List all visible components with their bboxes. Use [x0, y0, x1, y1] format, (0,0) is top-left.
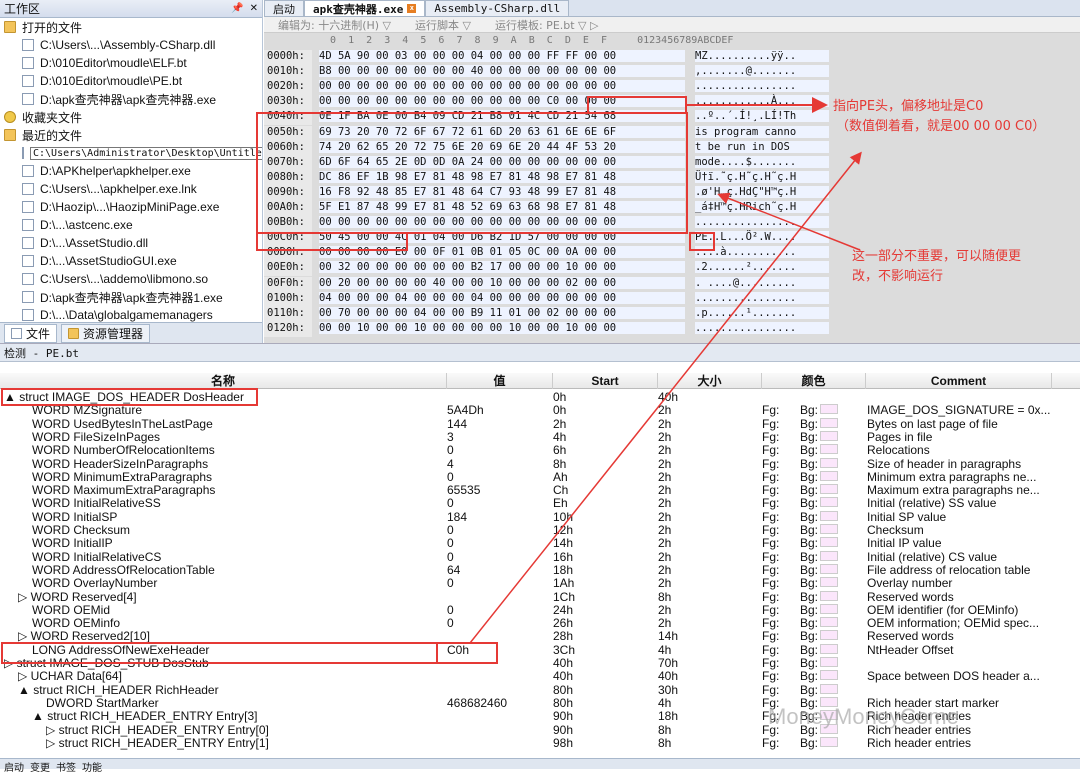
dos-header-box [1, 388, 258, 406]
offset-highlight-box [587, 96, 687, 114]
c0h-value-box [436, 642, 498, 664]
dos-stub-box [256, 112, 688, 234]
pe-signature-box [256, 232, 408, 251]
stub-note: 这一部分不重要，可以随便更 [852, 249, 1022, 264]
pe-ascii-box [689, 232, 715, 251]
newexe-row-box [1, 642, 498, 664]
stub-note-2: 改，不影响运行 [852, 269, 944, 284]
watermark: MoneyMoneyCome [768, 704, 959, 729]
pe-head-note-2: （数值倒着看，就是00 00 00 C0） [836, 119, 1046, 134]
pe-head-note: 指向PE头，偏移地址是C0 [833, 99, 984, 114]
